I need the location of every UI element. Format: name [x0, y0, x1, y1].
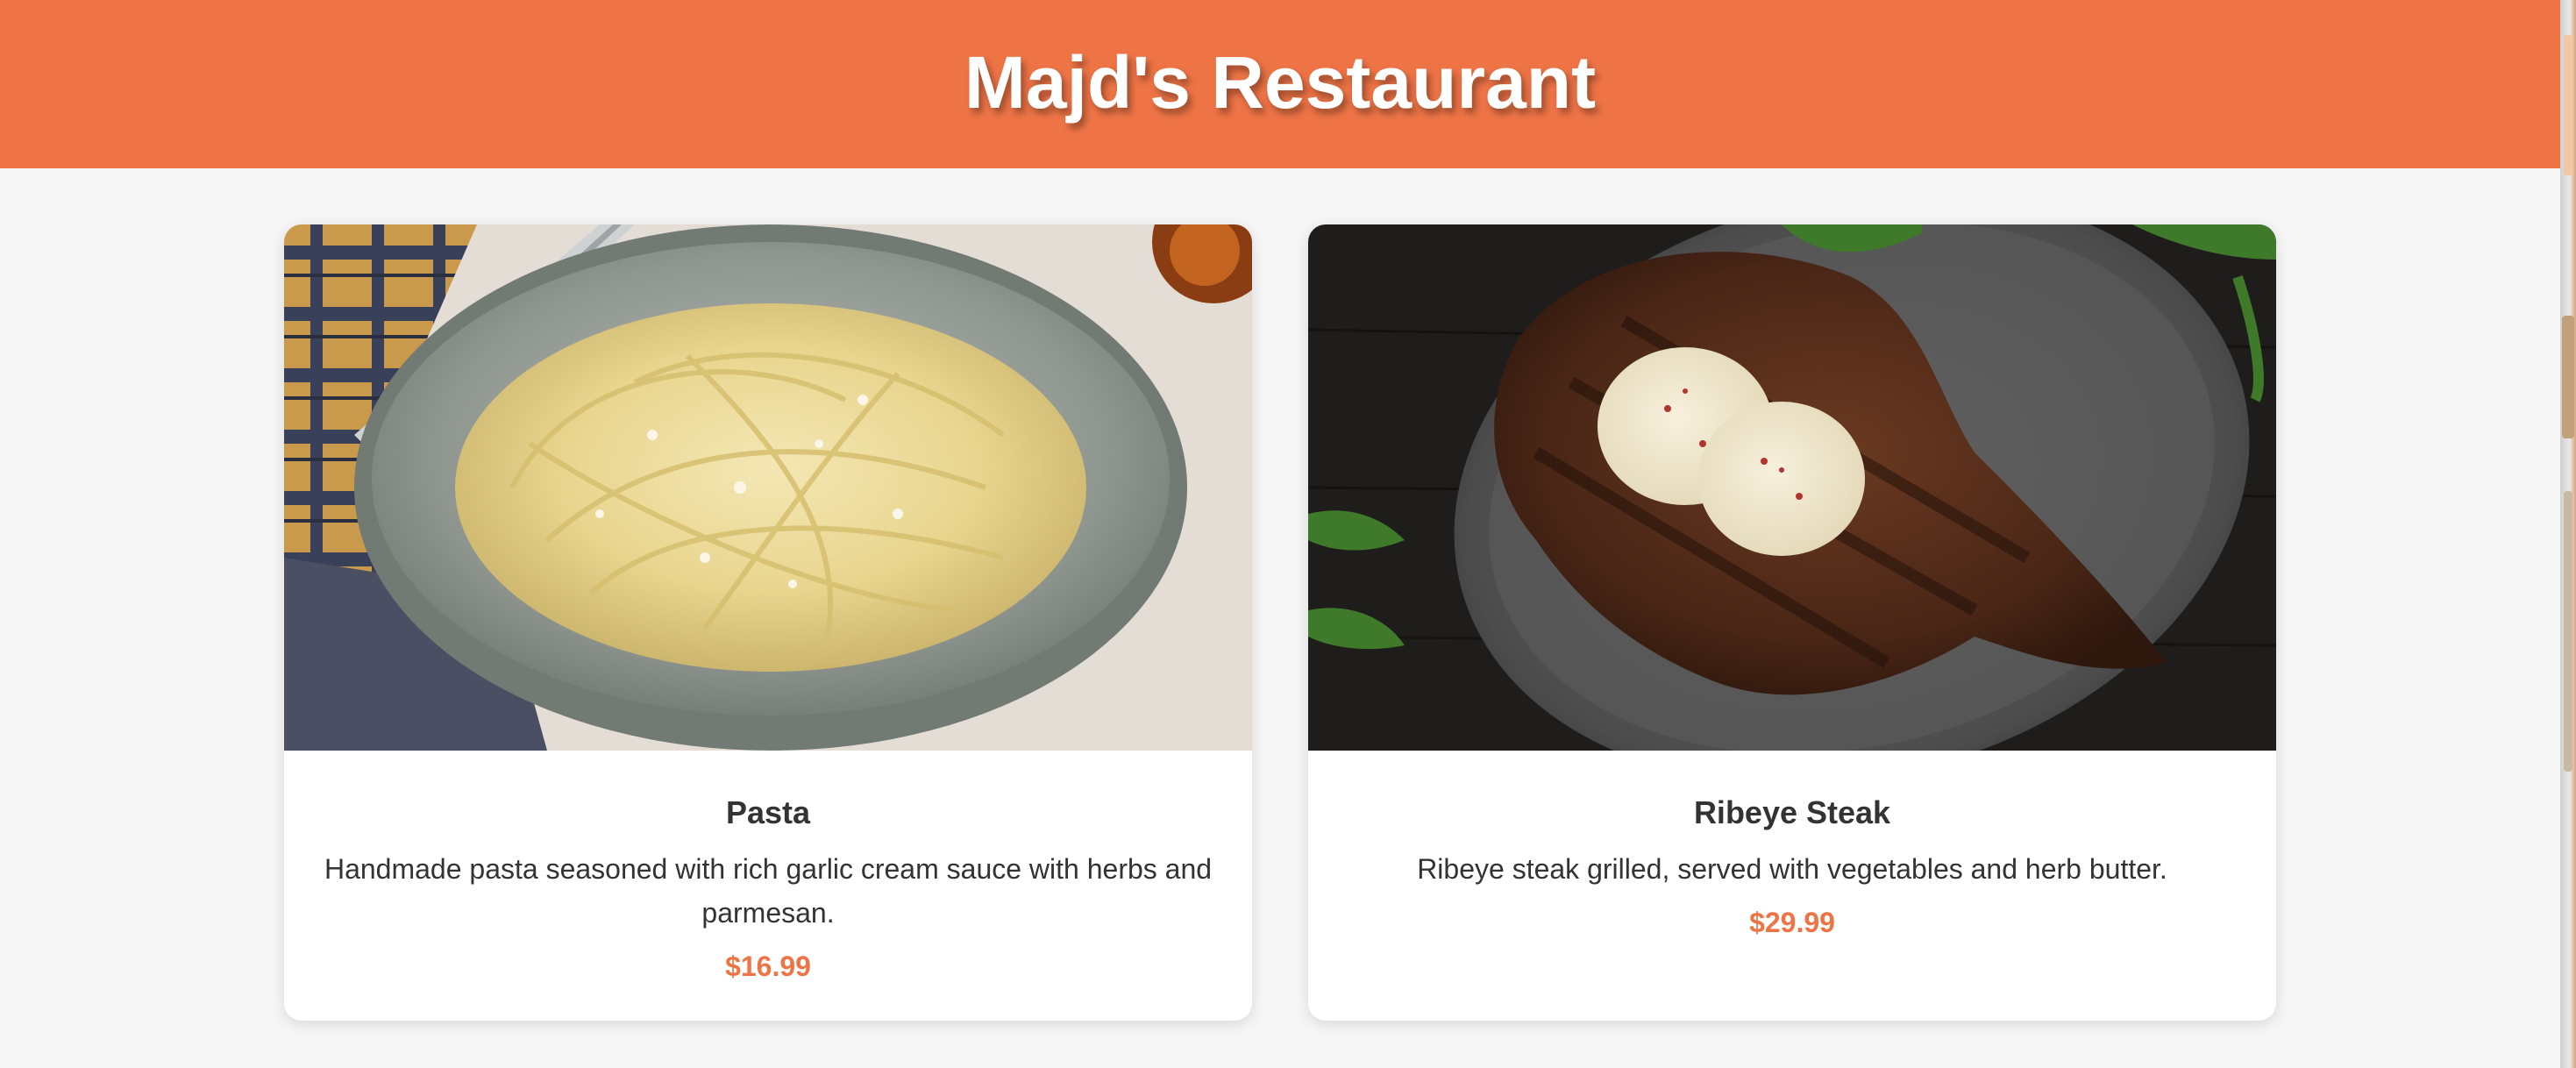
- steak-card-body: Ribeye Steak Ribeye steak grilled, serve…: [1308, 751, 2276, 939]
- edge-artifact: [2564, 491, 2572, 772]
- pasta-card-body: Pasta Handmade pasta seasoned with rich …: [284, 751, 1252, 983]
- menu-item-name: Pasta: [725, 794, 811, 830]
- menu-item-price: $29.99: [1749, 907, 1835, 938]
- steak-photo: [1308, 224, 2276, 751]
- site-title: Majd's Restaurant: [964, 40, 1597, 124]
- menu-card-ribeye-steak[interactable]: Ribeye Steak Ribeye steak grilled, serve…: [1308, 224, 2276, 1021]
- menu-item-description: Handmade pasta seasoned with rich garlic…: [324, 853, 1213, 929]
- site-header: Majd's Restaurant: [0, 0, 2560, 168]
- menu-card-pasta[interactable]: Pasta Handmade pasta seasoned with rich …: [284, 224, 1252, 1021]
- menu-item-description: Ribeye steak grilled, served with vegeta…: [1417, 853, 2167, 885]
- menu-item-price: $16.99: [725, 951, 811, 982]
- menu-item-name: Ribeye Steak: [1693, 794, 1891, 830]
- page: Majd's Restaurant Pasta Handmade pasta s…: [0, 0, 2576, 1068]
- edge-artifact: [2562, 316, 2574, 438]
- edge-artifact: [2564, 35, 2572, 175]
- window-edge-strip: [2560, 0, 2576, 1068]
- pasta-photo: [284, 224, 1252, 751]
